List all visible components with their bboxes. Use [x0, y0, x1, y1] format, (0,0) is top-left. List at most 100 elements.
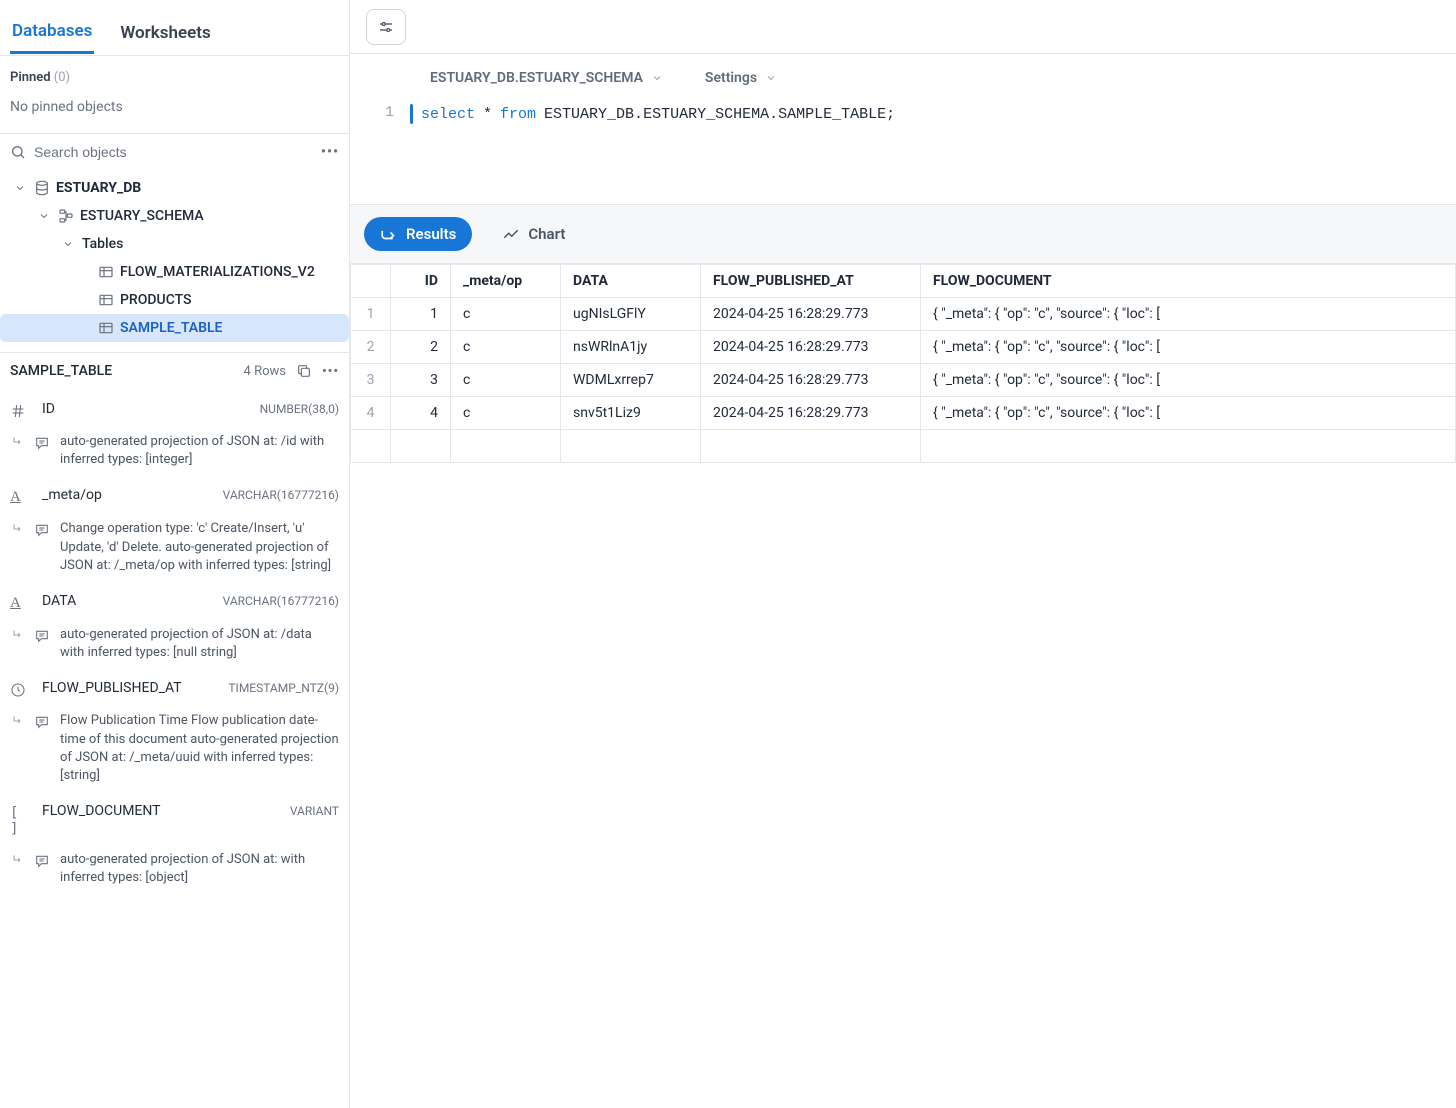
grid-cell[interactable]: 2024-04-25 16:28:29.773: [701, 397, 921, 430]
context-row: ESTUARY_DB.ESTUARY_SCHEMA Settings: [350, 54, 1456, 98]
column-description: auto-generated projection of JSON at: /i…: [60, 433, 339, 469]
return-arrow-icon: [10, 433, 24, 449]
grid-cell[interactable]: 2024-04-25 16:28:29.773: [701, 331, 921, 364]
grid-cell[interactable]: c: [451, 298, 561, 331]
grid-cell[interactable]: { "_meta": { "op": "c", "source": { "loc…: [921, 364, 1456, 397]
sidebar-tabs: Databases Worksheets: [0, 0, 349, 56]
pinned-label: Pinned (0): [0, 56, 349, 91]
results-grid[interactable]: ID_meta/opDATAFLOW_PUBLISHED_ATFLOW_DOCU…: [350, 263, 1456, 1108]
sql-editor[interactable]: 1 select * from ESTUARY_DB.ESTUARY_SCHEM…: [350, 98, 1456, 205]
grid-cell[interactable]: nsWRlnA1jy: [561, 331, 701, 364]
grid-cell[interactable]: { "_meta": { "op": "c", "source": { "loc…: [921, 298, 1456, 331]
tree-table-products[interactable]: PRODUCTS: [0, 286, 349, 314]
settings-button[interactable]: [366, 9, 406, 45]
copy-icon[interactable]: [296, 363, 312, 379]
tree-database-label: ESTUARY_DB: [56, 180, 141, 196]
sql-keyword: select: [421, 106, 475, 123]
tab-results[interactable]: Results: [364, 217, 472, 251]
grid-cell[interactable]: 4: [391, 397, 451, 430]
grid-header-meta[interactable]: _meta/op: [451, 265, 561, 298]
grid-cell[interactable]: c: [451, 331, 561, 364]
grid-cell[interactable]: 1: [391, 298, 451, 331]
column-row[interactable]: IDNUMBER(38,0): [10, 393, 339, 427]
grid-cell[interactable]: c: [451, 364, 561, 397]
main-panel: ESTUARY_DB.ESTUARY_SCHEMA Settings 1 sel…: [350, 0, 1456, 1108]
result-tabs: Results Chart: [350, 205, 1456, 263]
grid-rownum: 2: [351, 331, 391, 364]
schema-icon: [58, 208, 74, 224]
grid-cell[interactable]: ugNIsLGFlY: [561, 298, 701, 331]
tree-table-sample_table[interactable]: SAMPLE_TABLE: [0, 314, 349, 342]
search-icon: [10, 144, 26, 160]
search-more-icon[interactable]: •••: [321, 144, 339, 160]
column-type: TIMESTAMP_NTZ(9): [228, 681, 339, 695]
tree-table-flow_materializations_v2[interactable]: FLOW_MATERIALIZATIONS_V2: [0, 258, 349, 286]
return-arrow-icon: [10, 851, 24, 867]
details-rowcount: 4 Rows: [244, 364, 286, 379]
tree-schema[interactable]: ESTUARY_SCHEMA: [0, 202, 349, 230]
details-more-icon[interactable]: •••: [322, 364, 339, 379]
grid-rownum: 4: [351, 397, 391, 430]
tab-chart[interactable]: Chart: [486, 217, 581, 251]
sql-star: *: [483, 106, 492, 123]
grid-header-id[interactable]: ID: [391, 265, 451, 298]
braces-icon: [ ]: [10, 803, 28, 837]
grid-cell[interactable]: WDMLxrrep7: [561, 364, 701, 397]
column-row[interactable]: FLOW_PUBLISHED_ATTIMESTAMP_NTZ(9): [10, 672, 339, 706]
chevron-down-icon: [62, 238, 76, 250]
grid-row[interactable]: 44csnv5t1Liz92024-04-25 16:28:29.773{ "_…: [351, 397, 1456, 430]
comment-icon: [34, 626, 50, 644]
grid-row[interactable]: 11cugNIsLGFlY2024-04-25 16:28:29.773{ "_…: [351, 298, 1456, 331]
column-name: FLOW_DOCUMENT: [42, 803, 161, 819]
grid-cell[interactable]: 2: [391, 331, 451, 364]
grid-cell[interactable]: 3: [391, 364, 451, 397]
chevron-down-icon: [765, 72, 779, 84]
context-path[interactable]: ESTUARY_DB.ESTUARY_SCHEMA: [430, 70, 665, 86]
grid-row[interactable]: 33cWDMLxrrep72024-04-25 16:28:29.773{ "_…: [351, 364, 1456, 397]
column-name: DATA: [42, 593, 76, 609]
tab-chart-label: Chart: [528, 225, 565, 243]
search-input[interactable]: [34, 144, 313, 160]
return-arrow-icon: [10, 712, 24, 728]
table-icon: [98, 320, 114, 336]
tree-tables-folder[interactable]: Tables: [0, 230, 349, 258]
grid-cell[interactable]: { "_meta": { "op": "c", "source": { "loc…: [921, 397, 1456, 430]
search-row: •••: [0, 134, 349, 170]
tree-table-label: FLOW_MATERIALIZATIONS_V2: [120, 264, 315, 280]
database-icon: [34, 180, 50, 196]
tab-worksheets[interactable]: Worksheets: [118, 13, 212, 53]
grid-rownum: 1: [351, 298, 391, 331]
grid-cell[interactable]: snv5t1Liz9: [561, 397, 701, 430]
sliders-icon: [377, 18, 395, 36]
column-row[interactable]: A_meta/opVARCHAR(16777216): [10, 479, 339, 514]
context-path-text: ESTUARY_DB.ESTUARY_SCHEMA: [430, 70, 643, 86]
context-settings[interactable]: Settings: [705, 70, 779, 86]
tree-schema-label: ESTUARY_SCHEMA: [80, 208, 204, 224]
column-row[interactable]: [ ]FLOW_DOCUMENTVARIANT: [10, 795, 339, 845]
chevron-down-icon: [38, 210, 52, 222]
text-icon: A: [10, 487, 28, 506]
column-description: Change operation type: 'c' Create/Insert…: [60, 520, 339, 575]
grid-header-data[interactable]: DATA: [561, 265, 701, 298]
text-icon: A: [10, 593, 28, 612]
column-row[interactable]: ADATAVARCHAR(16777216): [10, 585, 339, 620]
column-desc-row: auto-generated projection of JSON at: wi…: [10, 845, 339, 897]
grid-cell[interactable]: 2024-04-25 16:28:29.773: [701, 364, 921, 397]
tree-tables-label: Tables: [82, 236, 123, 252]
comment-icon: [34, 712, 50, 730]
grid-corner: [351, 265, 391, 298]
sidebar: Databases Worksheets Pinned (0) No pinne…: [0, 0, 350, 1108]
grid-row[interactable]: 22cnsWRlnA1jy2024-04-25 16:28:29.773{ "_…: [351, 331, 1456, 364]
tree-database[interactable]: ESTUARY_DB: [0, 174, 349, 202]
grid-cell[interactable]: c: [451, 397, 561, 430]
editor-toolbar: [350, 0, 1456, 54]
chevron-down-icon: [14, 182, 28, 194]
grid-cell[interactable]: 2024-04-25 16:28:29.773: [701, 298, 921, 331]
tab-databases[interactable]: Databases: [10, 11, 94, 54]
grid-header-published[interactable]: FLOW_PUBLISHED_AT: [701, 265, 921, 298]
chevron-down-icon: [651, 72, 665, 84]
grid-cell[interactable]: { "_meta": { "op": "c", "source": { "loc…: [921, 331, 1456, 364]
column-description: auto-generated projection of JSON at: wi…: [60, 851, 339, 887]
grid-header-document[interactable]: FLOW_DOCUMENT: [921, 265, 1456, 298]
hash-icon: [10, 401, 28, 419]
